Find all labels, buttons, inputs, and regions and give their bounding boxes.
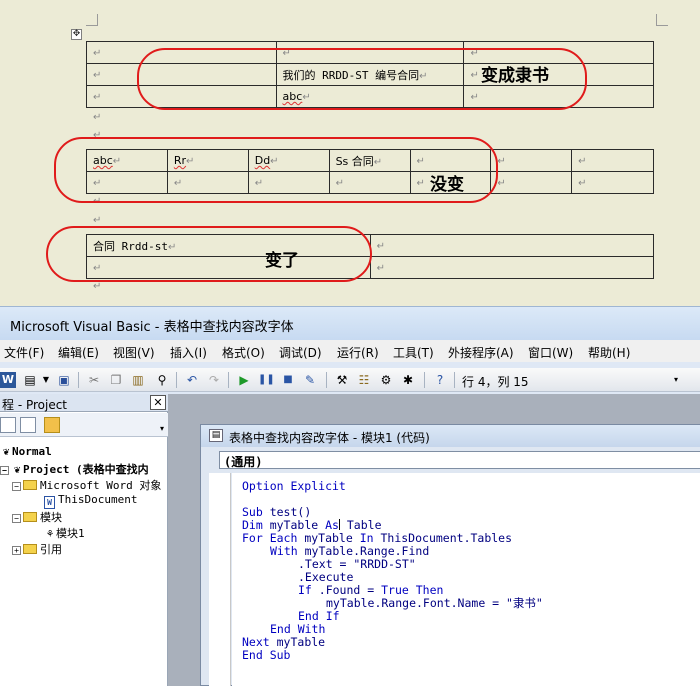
project-panel-toolbar: ▾ xyxy=(0,413,168,437)
paste-icon[interactable]: ▥ xyxy=(130,372,146,388)
run-icon[interactable]: ▶ xyxy=(236,372,252,388)
collapse-icon[interactable]: − xyxy=(0,466,9,475)
paragraph-mark: ↵ xyxy=(93,281,102,292)
code-line-10: myTable.Range.Font.Name = "隶书" xyxy=(326,596,543,610)
mdi-workspace: ▤ 表格中查找内容改字体 - 模块1 (代码) (通用) Option Expl… xyxy=(168,394,700,686)
help-icon[interactable]: ? xyxy=(432,372,448,388)
page-margin-corner-tl xyxy=(86,14,98,26)
copy-icon[interactable]: ❐ xyxy=(108,372,124,388)
highlight-ellipse-3 xyxy=(46,226,372,282)
vba-window-title: Microsoft Visual Basic - 表格中查找内容改字体 xyxy=(10,320,294,335)
project-panel-title: 程 - Project xyxy=(2,398,68,412)
word-document-icon: W xyxy=(44,496,55,509)
code-line-1: Option Explicit xyxy=(242,479,346,493)
cursor-position: 行 4，列 15 xyxy=(462,375,529,389)
project-panel-header: 程 - Project ✕ xyxy=(0,394,168,412)
menu-format[interactable]: 格式(O) xyxy=(222,344,265,361)
folder-icon xyxy=(23,544,37,554)
standard-toolbar: W ▤ ▼ ▣ ✂ ❐ ▥ ⚲ ↶ ↷ ▶ ❚❚ ■ ✎ ⚒ ☷ ⚙ ✱ ? 行… xyxy=(0,368,700,392)
menu-bar: 文件(F) 编辑(E) 视图(V) 插入(I) 格式(O) 调试(D) 运行(R… xyxy=(0,340,700,362)
expand-icon[interactable]: + xyxy=(12,546,21,555)
code-editor[interactable]: Option Explicit Sub test() Dim myTable A… xyxy=(232,473,700,686)
view-object-icon[interactable] xyxy=(20,417,36,433)
menu-tools[interactable]: 工具(T) xyxy=(393,344,434,361)
toolbar-options-icon[interactable]: ▾ xyxy=(668,372,684,388)
close-icon[interactable]: ✕ xyxy=(150,395,166,410)
project-explorer-panel: 程 - Project ✕ ▾ ❦ Normal − ❦ Project (表格中查找… xyxy=(0,394,168,686)
word-icon[interactable]: W xyxy=(0,372,16,388)
menu-window[interactable]: 窗口(W) xyxy=(528,344,573,361)
project-explorer-icon[interactable]: ⚒ xyxy=(334,372,350,388)
vba-project-icon: ❦ xyxy=(13,463,21,476)
properties-icon[interactable]: ☷ xyxy=(356,372,372,388)
tree-item-thisdocument[interactable]: W ThisDocument xyxy=(44,493,137,509)
menu-addins[interactable]: 外接程序(A) xyxy=(448,344,514,361)
folder-icon xyxy=(23,512,37,522)
annotation-became-lishu: 变成隶书 xyxy=(481,66,549,86)
menu-file[interactable]: 文件(F) xyxy=(4,344,44,361)
page-margin-corner-tr xyxy=(656,14,668,26)
code-window-title-bar[interactable]: ▤ 表格中查找内容改字体 - 模块1 (代码) xyxy=(201,425,700,447)
tree-item-references[interactable]: + 引用 xyxy=(12,541,62,557)
code-margin-indicator-bar[interactable] xyxy=(209,473,231,686)
menu-view[interactable]: 视图(V) xyxy=(113,344,155,361)
view-code-icon[interactable] xyxy=(0,417,16,433)
reset-icon[interactable]: ■ xyxy=(280,372,296,388)
redo-icon[interactable]: ↷ xyxy=(206,372,222,388)
paragraph-mark: ↵ xyxy=(93,215,102,226)
annotation-changed: 变了 xyxy=(265,251,299,271)
code-window-icon: ▤ xyxy=(209,429,223,442)
vba-editor-window: Microsoft Visual Basic - 表格中查找内容改字体 文件(F… xyxy=(0,306,700,686)
paragraph-mark: ↵ xyxy=(93,112,102,123)
undo-icon[interactable]: ↶ xyxy=(184,372,200,388)
object-dropdown[interactable]: (通用) xyxy=(219,451,700,469)
tree-item-modules[interactable]: − 模块 xyxy=(12,509,62,525)
tree-item-word-objects[interactable]: − Microsoft Word 对象 xyxy=(12,477,161,493)
design-mode-icon[interactable]: ✎ xyxy=(302,372,318,388)
menu-run[interactable]: 运行(R) xyxy=(337,344,379,361)
module-icon: ⚘ xyxy=(46,527,54,540)
tree-item-normal[interactable]: ❦ Normal xyxy=(0,445,52,458)
tree-item-module1[interactable]: ⚘ 模块1 xyxy=(44,525,85,541)
dropdown-arrow-icon[interactable]: ▼ xyxy=(38,372,54,388)
vba-title-bar[interactable]: Microsoft Visual Basic - 表格中查找内容改字体 xyxy=(0,306,700,340)
save-icon[interactable]: ▣ xyxy=(56,372,72,388)
menu-help[interactable]: 帮助(H) xyxy=(588,344,630,361)
cut-icon[interactable]: ✂ xyxy=(86,372,102,388)
folder-icon xyxy=(23,480,37,490)
code-window-title: 表格中查找内容改字体 - 模块1 (代码) xyxy=(229,431,430,445)
break-icon[interactable]: ❚❚ xyxy=(258,372,275,388)
annotation-no-change: 没变 xyxy=(430,175,464,195)
tree-item-project[interactable]: − ❦ Project (表格中查找内 xyxy=(0,461,149,477)
word-document-area: ✥ ↵ ↵ ↵ ↵ 我们的 RRDD-ST 编号合同↵ ↵ ↵ abc↵ ↵ ↵… xyxy=(0,0,700,306)
insert-userform-icon[interactable]: ▤ xyxy=(22,372,38,388)
table-move-handle-icon[interactable]: ✥ xyxy=(71,29,82,40)
toolbox-icon[interactable]: ✱ xyxy=(400,372,416,388)
object-browser-icon[interactable]: ⚙ xyxy=(378,372,394,388)
find-icon[interactable]: ⚲ xyxy=(154,372,170,388)
collapse-icon[interactable]: − xyxy=(12,514,21,523)
menu-debug[interactable]: 调试(D) xyxy=(279,344,322,361)
code-window: ▤ 表格中查找内容改字体 - 模块1 (代码) (通用) Option Expl… xyxy=(200,424,700,686)
collapse-icon[interactable]: − xyxy=(12,482,21,491)
code-line-14: End Sub xyxy=(242,648,291,662)
menu-edit[interactable]: 编辑(E) xyxy=(58,344,99,361)
toggle-folders-icon[interactable] xyxy=(44,417,60,433)
menu-insert[interactable]: 插入(I) xyxy=(170,344,207,361)
vba-project-icon: ❦ xyxy=(2,445,10,458)
